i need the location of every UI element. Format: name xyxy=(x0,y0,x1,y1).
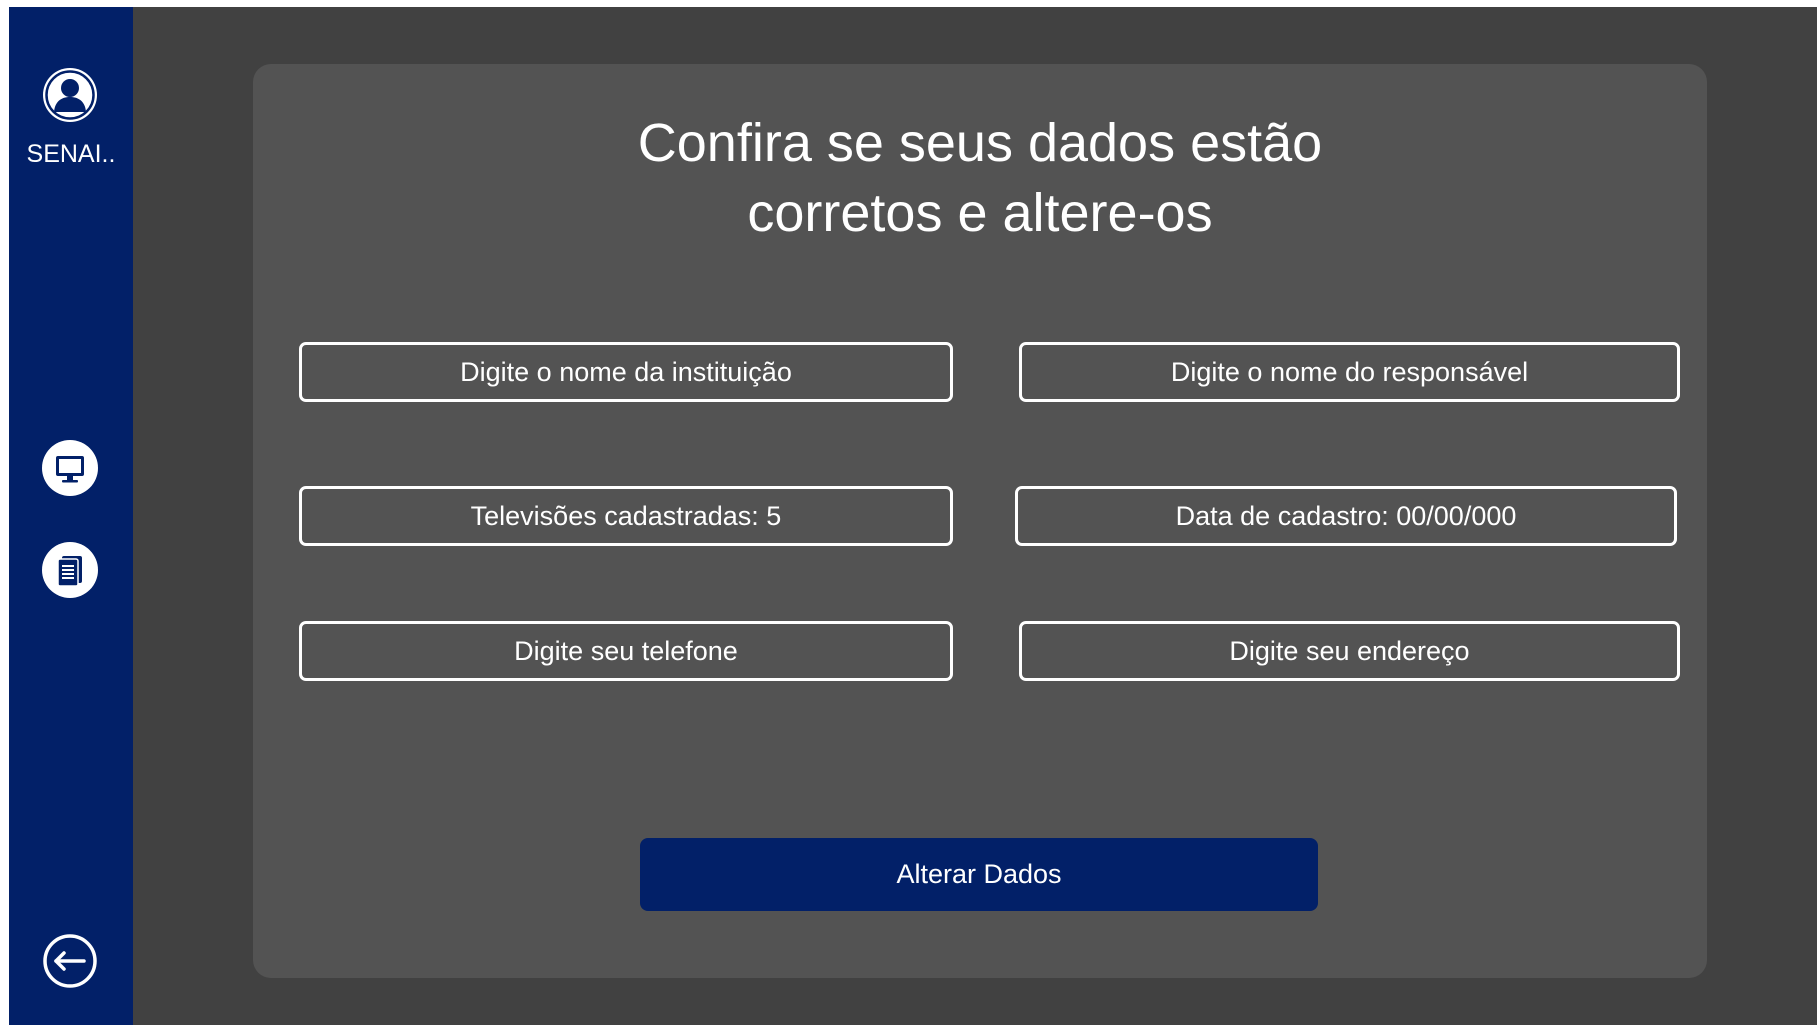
monitor-icon[interactable] xyxy=(41,439,99,497)
page-title-line-1: Confira se seus dados estão xyxy=(637,113,1323,173)
tv-count-field xyxy=(299,486,953,546)
user-avatar-icon[interactable] xyxy=(41,66,99,124)
document-icon[interactable] xyxy=(41,541,99,599)
update-data-button[interactable]: Alterar Dados xyxy=(640,838,1318,911)
responsible-name-field[interactable] xyxy=(1019,342,1680,402)
register-date-field xyxy=(1015,486,1677,546)
institution-name-field[interactable] xyxy=(299,342,953,402)
phone-field[interactable] xyxy=(299,621,953,681)
app-frame: SENAI.. Confira se seus dados estão corr… xyxy=(9,7,1817,1025)
logout-icon[interactable] xyxy=(41,932,99,990)
sidebar: SENAI.. xyxy=(9,7,133,1025)
user-name: SENAI.. xyxy=(26,140,116,168)
address-field[interactable] xyxy=(1019,621,1680,681)
page-title: Confira se seus dados estão corretos e a… xyxy=(253,108,1707,248)
edit-data-card: Confira se seus dados estão corretos e a… xyxy=(253,64,1707,978)
page-title-line-2: corretos e altere-os xyxy=(747,183,1213,243)
